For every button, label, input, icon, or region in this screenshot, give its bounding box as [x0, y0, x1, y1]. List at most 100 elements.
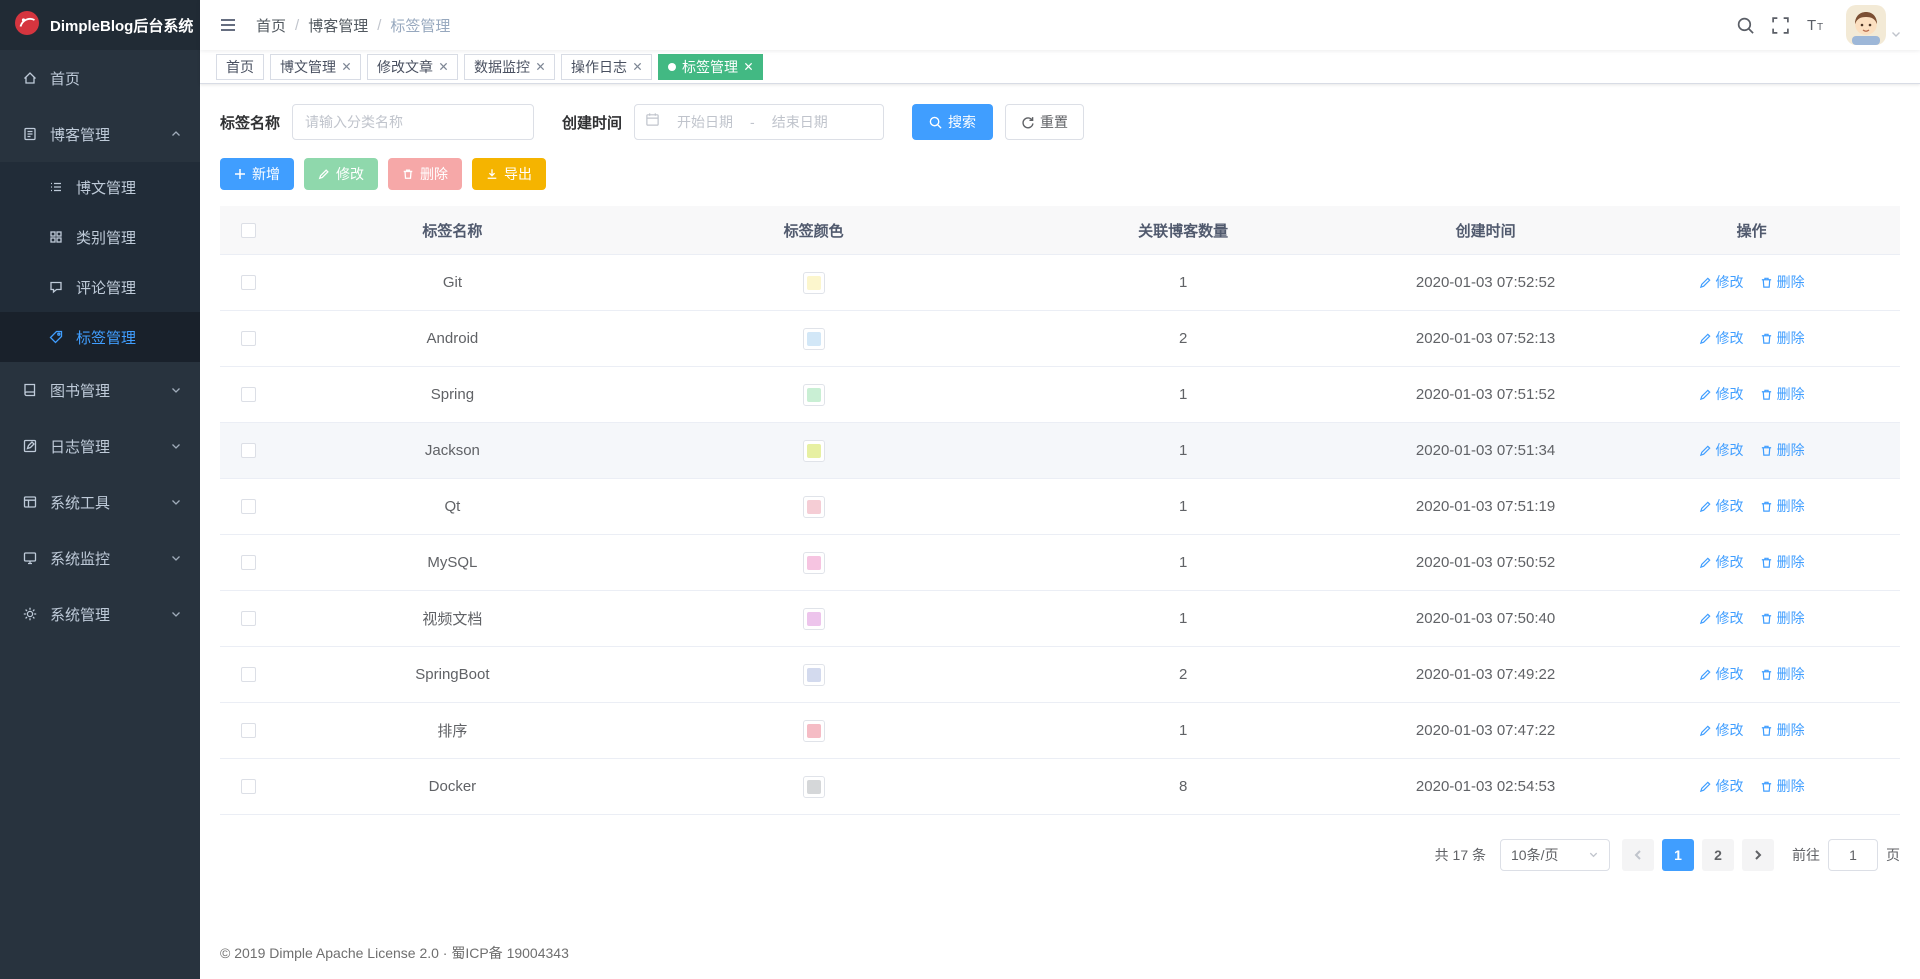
row-checkbox[interactable]: [240, 667, 256, 682]
sidebar-item-posts[interactable]: 博文管理: [0, 162, 200, 212]
tags-table: 标签名称 标签颜色 关联博客数量 创建时间 操作 Git 1 2020-01-0…: [220, 206, 1900, 815]
row-delete-link[interactable]: 删除: [1760, 496, 1805, 516]
tab-data-monitor[interactable]: 数据监控: [464, 53, 555, 80]
reset-button[interactable]: 重置: [1005, 104, 1085, 140]
close-icon[interactable]: [439, 62, 448, 71]
tag-name-input[interactable]: [292, 104, 535, 140]
sidebar-item-tags[interactable]: 标签管理: [0, 312, 200, 362]
tab-posts[interactable]: 博文管理: [270, 53, 361, 80]
gear-icon: [22, 606, 38, 622]
table-row: Docker 8 2020-01-03 02:54:53 修改 删除: [220, 758, 1900, 814]
font-size-icon[interactable]: TT: [1806, 16, 1826, 34]
row-delete-link[interactable]: 删除: [1760, 664, 1805, 684]
prev-page-button[interactable]: [1622, 839, 1654, 871]
row-delete-link[interactable]: 删除: [1760, 776, 1805, 796]
row-edit-link[interactable]: 修改: [1699, 720, 1744, 740]
logo-bar: DimpleBlog后台系统: [0, 0, 200, 50]
row-checkbox[interactable]: [240, 723, 256, 738]
close-icon[interactable]: [536, 62, 545, 71]
tag-color-swatch: [802, 551, 825, 574]
row-checkbox[interactable]: [240, 499, 256, 514]
sidebar-item-tools[interactable]: 系统工具: [0, 474, 200, 530]
tag-name: MySQL: [427, 554, 478, 571]
goto-page-input[interactable]: [1828, 839, 1878, 871]
app-title: DimpleBlog后台系统: [50, 17, 194, 35]
row-checkbox[interactable]: [240, 611, 256, 626]
next-page-button[interactable]: [1742, 839, 1774, 871]
close-icon[interactable]: [744, 62, 753, 71]
end-date-input[interactable]: [760, 114, 839, 130]
sidebar-item-categories[interactable]: 类别管理: [0, 212, 200, 262]
row-edit-link[interactable]: 修改: [1699, 272, 1744, 292]
row-checkbox[interactable]: [240, 275, 256, 290]
created-time: 2020-01-03 07:47:22: [1415, 722, 1556, 739]
sidebar-item-comments[interactable]: 评论管理: [0, 262, 200, 312]
pagination-total: 共 17 条: [1434, 847, 1486, 863]
row-edit-link[interactable]: 修改: [1699, 440, 1744, 460]
start-date-input[interactable]: [666, 114, 745, 130]
tab-edit-article[interactable]: 修改文章: [367, 53, 458, 80]
row-checkbox[interactable]: [240, 555, 256, 570]
monitor-icon: [22, 550, 38, 566]
sidebar-item-home[interactable]: 首页: [0, 50, 200, 106]
page-button-2[interactable]: 2: [1702, 839, 1734, 871]
export-button[interactable]: 导出: [472, 158, 546, 190]
grid-icon: [48, 229, 64, 245]
row-delete-link[interactable]: 删除: [1760, 720, 1805, 740]
row-delete-link[interactable]: 删除: [1760, 440, 1805, 460]
row-checkbox[interactable]: [240, 331, 256, 346]
sidebar-item-logs[interactable]: 日志管理: [0, 418, 200, 474]
user-menu[interactable]: [1846, 5, 1902, 45]
blog-count: 1: [1179, 386, 1188, 403]
pager: 1 2: [1622, 839, 1774, 871]
row-edit-link[interactable]: 修改: [1699, 776, 1744, 796]
close-icon[interactable]: [342, 62, 351, 71]
delete-button[interactable]: 删除: [388, 158, 462, 190]
page-button-1[interactable]: 1: [1662, 839, 1694, 871]
add-button[interactable]: 新增: [220, 158, 294, 190]
row-delete-link[interactable]: 删除: [1760, 552, 1805, 572]
sidebar-item-label: 图书管理: [50, 382, 111, 400]
close-icon[interactable]: [633, 62, 642, 71]
page-size-select[interactable]: 10条/页: [1500, 839, 1610, 871]
edit-button[interactable]: 修改: [304, 158, 378, 190]
select-all-checkbox[interactable]: [240, 222, 256, 238]
created-time: 2020-01-03 02:54:53: [1415, 778, 1556, 795]
sidebar-item-label: 评论管理: [76, 279, 137, 297]
sidebar-item-label: 博文管理: [76, 179, 137, 197]
sidebar-item-blog[interactable]: 博客管理: [0, 106, 200, 162]
row-checkbox[interactable]: [240, 443, 256, 458]
fullscreen-icon[interactable]: [1771, 16, 1790, 35]
row-edit-link[interactable]: 修改: [1699, 664, 1744, 684]
table-row: Android 2 2020-01-03 07:52:13 修改 删除: [220, 310, 1900, 366]
row-edit-link[interactable]: 修改: [1699, 552, 1744, 572]
tab-home[interactable]: 首页: [216, 53, 264, 80]
tag-color-swatch: [802, 663, 825, 686]
row-checkbox[interactable]: [240, 779, 256, 794]
row-delete-link[interactable]: 删除: [1760, 272, 1805, 292]
created-time: 2020-01-03 07:52:52: [1415, 274, 1556, 291]
blog-count: 8: [1179, 778, 1188, 795]
sidebar-item-label: 系统管理: [50, 606, 111, 624]
sidebar-item-books[interactable]: 图书管理: [0, 362, 200, 418]
row-checkbox[interactable]: [240, 387, 256, 402]
date-range-picker[interactable]: -: [634, 104, 885, 140]
row-edit-link[interactable]: 修改: [1699, 384, 1744, 404]
tag-name: Qt: [444, 498, 461, 515]
breadcrumb-item[interactable]: 首页: [256, 15, 286, 36]
row-delete-link[interactable]: 删除: [1760, 384, 1805, 404]
breadcrumb-item[interactable]: 博客管理: [308, 15, 368, 36]
search-icon[interactable]: [1736, 16, 1755, 35]
tab-operation-log[interactable]: 操作日志: [561, 53, 652, 80]
column-header-name: 标签名称: [422, 222, 483, 240]
row-edit-link[interactable]: 修改: [1699, 328, 1744, 348]
row-delete-link[interactable]: 删除: [1760, 608, 1805, 628]
sidebar-item-system[interactable]: 系统管理: [0, 586, 200, 642]
row-edit-link[interactable]: 修改: [1699, 608, 1744, 628]
search-button[interactable]: 搜索: [912, 104, 994, 140]
hamburger-icon[interactable]: [218, 15, 238, 35]
tab-tag-management[interactable]: 标签管理: [658, 53, 763, 80]
row-delete-link[interactable]: 删除: [1760, 328, 1805, 348]
row-edit-link[interactable]: 修改: [1699, 496, 1744, 516]
sidebar-item-monitor[interactable]: 系统监控: [0, 530, 200, 586]
